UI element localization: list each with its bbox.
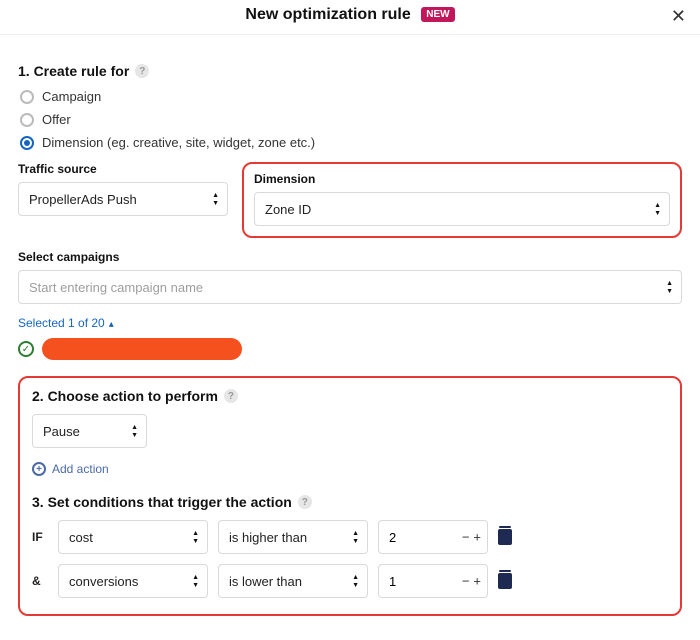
page-title: New optimization rule (245, 6, 410, 24)
traffic-source-select[interactable]: PropellerAds Push (18, 182, 228, 216)
select-value: conversions (69, 574, 138, 589)
caret-icon (212, 191, 219, 207)
chevron-up-icon (109, 316, 114, 330)
select-value: is lower than (229, 574, 302, 589)
add-action-button[interactable]: Add action (32, 462, 668, 476)
condition-prefix: IF (32, 530, 48, 544)
caret-icon (666, 279, 673, 295)
section-2-title: 2. Choose action to perform ? (32, 388, 668, 404)
selected-count-text: Selected 1 of 20 (18, 316, 105, 330)
add-action-label: Add action (52, 462, 109, 476)
radio-icon (20, 90, 34, 104)
radio-campaign[interactable]: Campaign (20, 89, 682, 104)
condition-operator-select[interactable]: is lower than (218, 564, 368, 598)
campaigns-input[interactable]: Start entering campaign name (18, 270, 682, 304)
help-icon[interactable]: ? (135, 64, 149, 78)
section-1-title-text: 1. Create rule for (18, 63, 129, 79)
section-3-title: 3. Set conditions that trigger the actio… (32, 494, 668, 510)
caret-icon (654, 201, 661, 217)
section-3-title-text: 3. Set conditions that trigger the actio… (32, 494, 292, 510)
selected-count-toggle[interactable]: Selected 1 of 20 (18, 316, 114, 330)
radio-label: Campaign (42, 89, 101, 104)
radio-label: Offer (42, 112, 71, 127)
radio-offer[interactable]: Offer (20, 112, 682, 127)
help-icon[interactable]: ? (224, 389, 238, 403)
condition-metric-select[interactable]: cost (58, 520, 208, 554)
condition-prefix: & (32, 574, 48, 588)
caret-icon (192, 573, 199, 589)
section-1-title: 1. Create rule for ? (18, 63, 682, 79)
new-badge: NEW (421, 7, 454, 22)
input-value: 1 (389, 574, 396, 589)
increment-button[interactable]: + (473, 574, 481, 589)
condition-metric-select[interactable]: conversions (58, 564, 208, 598)
condition-operator-select[interactable]: is higher than (218, 520, 368, 554)
condition-value-input[interactable]: 1 −+ (378, 564, 488, 598)
close-icon[interactable]: ✕ (671, 6, 686, 27)
caret-icon (352, 529, 359, 545)
plus-icon (32, 462, 46, 476)
select-value: Zone ID (265, 202, 311, 217)
caret-icon (352, 573, 359, 589)
trash-icon[interactable] (498, 573, 512, 589)
condition-value-input[interactable]: 2 −+ (378, 520, 488, 554)
caret-icon (192, 529, 199, 545)
radio-dimension[interactable]: Dimension (eg. creative, site, widget, z… (20, 135, 682, 150)
select-value: Pause (43, 424, 80, 439)
check-circle-icon (18, 341, 34, 357)
radio-icon (20, 113, 34, 127)
radio-icon (20, 136, 34, 150)
radio-label: Dimension (eg. creative, site, widget, z… (42, 135, 315, 150)
condition-row: & conversions is lower than 1 −+ (32, 564, 668, 598)
section-2-title-text: 2. Choose action to perform (32, 388, 218, 404)
select-campaigns-label: Select campaigns (18, 250, 682, 264)
select-value: PropellerAds Push (29, 192, 137, 207)
trash-icon[interactable] (498, 529, 512, 545)
caret-icon (131, 423, 138, 439)
decrement-button[interactable]: − (462, 574, 470, 589)
action-select[interactable]: Pause (32, 414, 147, 448)
help-icon[interactable]: ? (298, 495, 312, 509)
traffic-source-label: Traffic source (18, 162, 228, 176)
redacted-campaign-chip[interactable] (42, 338, 242, 360)
dimension-select[interactable]: Zone ID (254, 192, 670, 226)
dimension-label: Dimension (254, 172, 670, 186)
condition-row: IF cost is higher than 2 −+ (32, 520, 668, 554)
placeholder-text: Start entering campaign name (29, 280, 203, 295)
